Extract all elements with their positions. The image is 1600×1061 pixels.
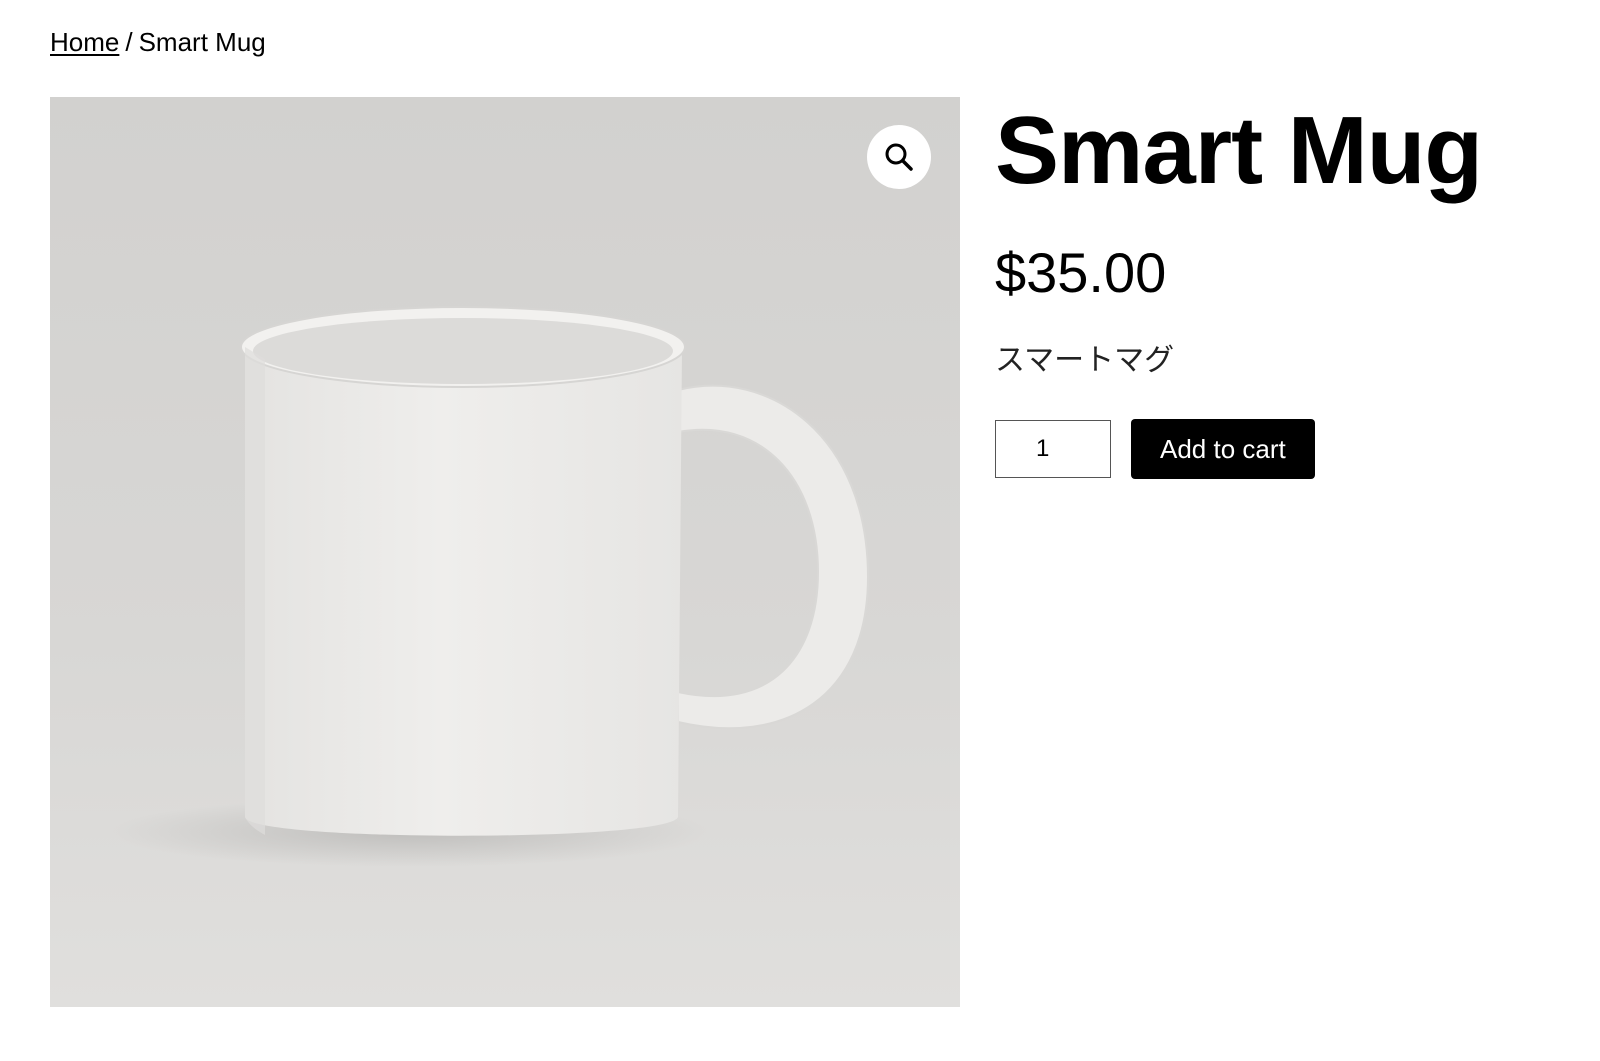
- breadcrumb: Home / Smart Mug: [50, 24, 266, 60]
- breadcrumb-current: Smart Mug: [138, 27, 266, 57]
- quantity-input[interactable]: [995, 420, 1111, 478]
- product-image: [110, 306, 870, 867]
- product-summary: Smart Mug $35.00 スマートマグ Add to cart: [995, 97, 1555, 479]
- breadcrumb-home-link[interactable]: Home: [50, 27, 119, 57]
- zoom-button[interactable]: [867, 125, 931, 189]
- product-image-gallery[interactable]: [50, 97, 960, 1007]
- magnifier-icon: [885, 143, 913, 171]
- product-price: $35.00: [995, 241, 1167, 304]
- product-title: Smart Mug: [995, 97, 1483, 204]
- breadcrumb-separator: /: [125, 27, 133, 57]
- add-to-cart-button[interactable]: Add to cart: [1131, 419, 1315, 479]
- add-to-cart-form: Add to cart: [995, 419, 1555, 479]
- product-description: スマートマグ: [995, 344, 1175, 377]
